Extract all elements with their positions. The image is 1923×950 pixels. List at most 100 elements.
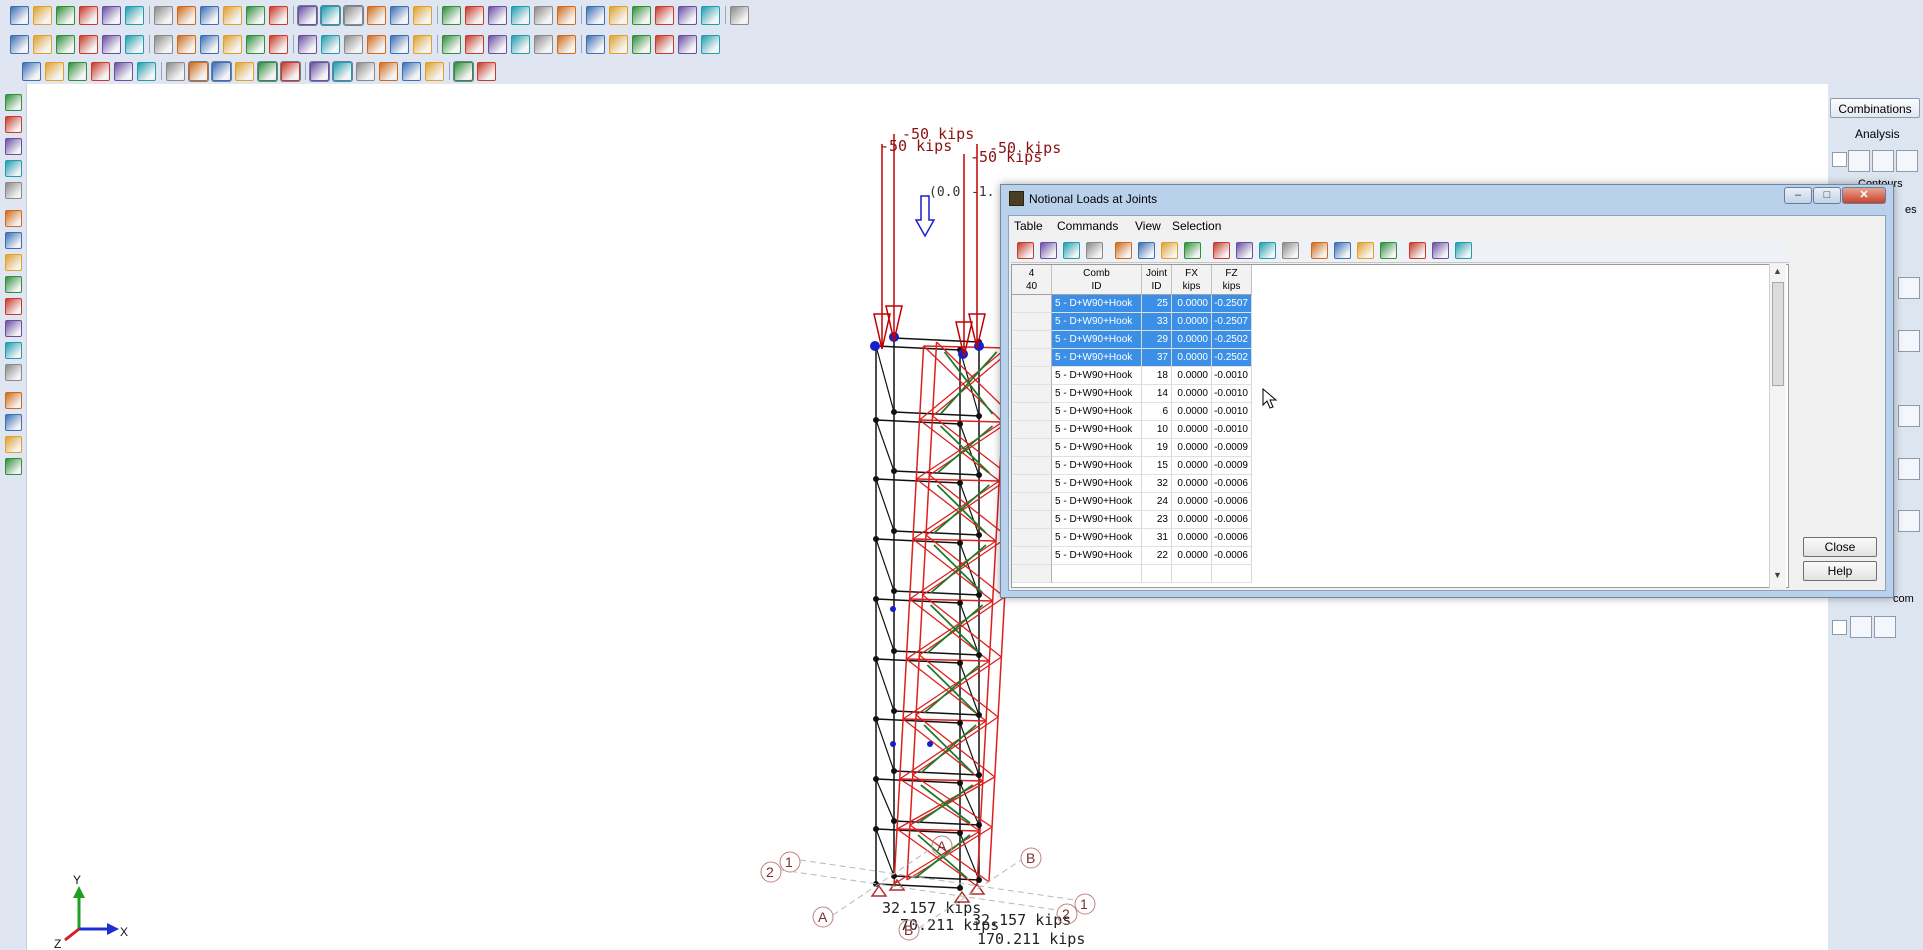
row-header[interactable] [1012, 493, 1052, 511]
export-icon[interactable] [1213, 242, 1230, 259]
table-row[interactable]: 5 - D+W90+Hook 24 0.0000 -0.0006 [1012, 493, 1252, 511]
cell-fx[interactable]: 0.0000 [1172, 439, 1212, 457]
joint-node[interactable] [891, 768, 897, 774]
section-icon[interactable] [390, 6, 409, 25]
pointer-plus-icon[interactable] [235, 62, 254, 81]
columns-icon[interactable] [1409, 242, 1426, 259]
column-header-joint-id[interactable]: Joint ID [1142, 265, 1172, 295]
mirror-icon[interactable] [298, 35, 317, 54]
table-row[interactable]: 5 - D+W90+Hook 33 0.0000 -0.2507 [1012, 313, 1252, 331]
find-icon[interactable] [655, 6, 674, 25]
cell-fx[interactable]: 0.0000 [1172, 403, 1212, 421]
cell-fz[interactable]: -0.2502 [1212, 331, 1252, 349]
cell-fx[interactable]: 0.0000 [1172, 475, 1212, 493]
table-row[interactable]: 5 - D+W90+Hook 10 0.0000 -0.0010 [1012, 421, 1252, 439]
query-icon[interactable] [609, 6, 628, 25]
criteria-icon[interactable] [402, 62, 421, 81]
top-view-icon[interactable] [5, 298, 22, 315]
copy-view-icon[interactable] [114, 62, 133, 81]
cell-joint[interactable]: 29 [1142, 331, 1172, 349]
front-view-icon[interactable] [5, 254, 22, 271]
unselect-icon[interactable] [68, 62, 87, 81]
row-header[interactable] [1012, 475, 1052, 493]
cell-comb[interactable]: 5 - D+W90+Hook [1052, 331, 1142, 349]
cell-fz[interactable]: -0.0006 [1212, 511, 1252, 529]
joint-node[interactable] [873, 826, 879, 832]
joint-node[interactable] [873, 776, 879, 782]
cell-comb[interactable]: 5 - D+W90+Hook [1052, 457, 1142, 475]
stack-icon[interactable] [166, 62, 185, 81]
panel-grid-button[interactable] [1874, 616, 1896, 638]
zoom-out-icon[interactable] [5, 210, 22, 227]
row-header[interactable] [1012, 313, 1052, 331]
column-header-fz[interactable]: FZ kips [1212, 265, 1252, 295]
cell-joint[interactable]: 25 [1142, 295, 1172, 313]
unfilter-icon[interactable] [1357, 242, 1374, 259]
cell-joint[interactable]: 22 [1142, 547, 1172, 565]
check-icon[interactable] [102, 35, 121, 54]
member-icon[interactable] [465, 6, 484, 25]
table-row[interactable]: 5 - D+W90+Hook 29 0.0000 -0.2502 [1012, 331, 1252, 349]
combinations-button[interactable]: Combinations [1830, 98, 1920, 118]
help-button[interactable]: Help [1803, 561, 1877, 581]
cell-joint[interactable]: 23 [1142, 511, 1172, 529]
cell-fz[interactable]: -0.0009 [1212, 439, 1252, 457]
cell-fx[interactable]: 0.0000 [1172, 511, 1212, 529]
vehicle-icon[interactable] [5, 414, 22, 431]
close-window-button[interactable]: ✕ [1842, 187, 1886, 204]
row-header[interactable] [1012, 331, 1052, 349]
eye-icon[interactable] [5, 436, 22, 453]
invert-icon[interactable] [91, 62, 110, 81]
undo-icon[interactable] [102, 6, 121, 25]
pointer-line-icon[interactable] [211, 61, 232, 82]
joint-node[interactable] [873, 476, 879, 482]
settings-icon[interactable] [701, 35, 720, 54]
move-icon[interactable] [246, 35, 265, 54]
grid-dots-icon[interactable] [5, 138, 22, 155]
table-row[interactable]: 5 - D+W90+Hook 31 0.0000 -0.0006 [1012, 529, 1252, 547]
plate-icon[interactable] [79, 35, 98, 54]
cell-joint[interactable]: 24 [1142, 493, 1172, 511]
cell-fz[interactable]: -0.0006 [1212, 493, 1252, 511]
maximize-button[interactable]: □ [1813, 187, 1841, 204]
cell-comb[interactable]: 5 - D+W90+Hook [1052, 547, 1142, 565]
rows-icon[interactable] [1432, 242, 1449, 259]
cell-fz[interactable]: -0.0006 [1212, 529, 1252, 547]
select-box-icon[interactable] [45, 62, 64, 81]
row-header[interactable] [1012, 421, 1052, 439]
cell-fx[interactable]: 0.0000 [1172, 295, 1212, 313]
cell-fx[interactable]: 0.0000 [1172, 385, 1212, 403]
cell-joint[interactable]: 33 [1142, 313, 1172, 331]
joint-node[interactable] [976, 472, 982, 478]
joint-node[interactable] [957, 600, 963, 606]
scroll-down-arrow[interactable]: ▼ [1773, 570, 1782, 580]
clone-icon[interactable] [678, 6, 697, 25]
reset-icon[interactable] [344, 35, 363, 54]
cell-joint[interactable]: 6 [1142, 403, 1172, 421]
new-icon[interactable] [10, 6, 29, 25]
cell-joint[interactable]: 31 [1142, 529, 1172, 547]
layers-icon[interactable] [5, 458, 22, 475]
cell-joint[interactable]: 10 [1142, 421, 1172, 439]
cell-comb[interactable]: 5 - D+W90+Hook [1052, 493, 1142, 511]
cell-fx[interactable]: 0.0000 [1172, 457, 1212, 475]
table-row[interactable]: 5 - D+W90+Hook 32 0.0000 -0.0006 [1012, 475, 1252, 493]
brace-icon[interactable] [488, 35, 507, 54]
iso-view-icon[interactable] [5, 232, 22, 249]
joint-node[interactable] [891, 708, 897, 714]
filter-icon[interactable] [1334, 242, 1351, 259]
cell-fz[interactable]: -0.0010 [1212, 385, 1252, 403]
joint-node[interactable] [957, 885, 963, 891]
table-row[interactable]: 5 - D+W90+Hook 37 0.0000 -0.2502 [1012, 349, 1252, 367]
cell-fx[interactable]: 0.0000 [1172, 367, 1212, 385]
table-row[interactable]: 5 - D+W90+Hook 6 0.0000 -0.0010 [1012, 403, 1252, 421]
node-icon[interactable] [442, 35, 461, 54]
cell-fz[interactable]: -0.0010 [1212, 421, 1252, 439]
cell-joint[interactable]: 14 [1142, 385, 1172, 403]
delete-row-icon[interactable] [1161, 242, 1178, 259]
row-header[interactable] [1012, 295, 1052, 313]
import-icon[interactable] [1184, 242, 1201, 259]
joint-node[interactable] [873, 596, 879, 602]
window-unselect-icon[interactable] [280, 61, 301, 82]
joint-node[interactable] [957, 480, 963, 486]
